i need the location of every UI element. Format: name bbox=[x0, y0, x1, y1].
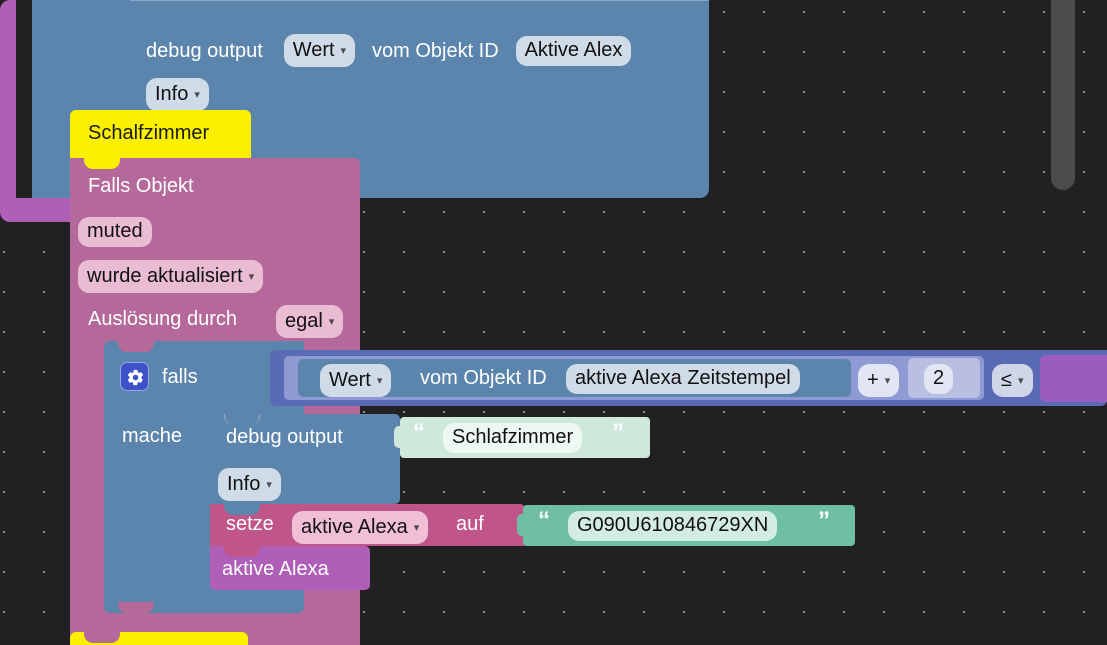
condition-math-operator-wrap[interactable]: + ▾ bbox=[858, 364, 900, 397]
trigger-source-label-wrap: Auslösung durch bbox=[88, 306, 237, 332]
set-text-field-wrap[interactable]: G090U610846729XN bbox=[568, 511, 778, 541]
chevron-down-icon: ▾ bbox=[884, 375, 891, 387]
condition-attr-field-wrap[interactable]: Wert ▾ bbox=[320, 364, 392, 397]
condition-number-field[interactable]: 2 bbox=[924, 364, 954, 394]
hat-block-label: Schalfzimmer bbox=[88, 122, 210, 144]
top-debug-level-value: Info bbox=[155, 82, 189, 105]
chevron-down-icon: ▾ bbox=[248, 271, 255, 283]
condition-math-operator-value: + bbox=[867, 368, 879, 391]
top-debug-objectid-field[interactable]: Aktive Alex bbox=[515, 35, 632, 66]
trigger-object-label-wrap: Falls Objekt bbox=[88, 173, 194, 199]
set-label: setze bbox=[226, 513, 274, 535]
top-debug-output-label: debug output bbox=[146, 39, 263, 62]
trigger-block-bottom[interactable] bbox=[70, 613, 360, 632]
top-debug-attr-value: Wert bbox=[292, 38, 335, 61]
chevron-down-icon: ▾ bbox=[194, 89, 200, 101]
chevron-down-icon: ▾ bbox=[340, 45, 347, 57]
set-quote-open-glyph: “ bbox=[538, 507, 550, 534]
debug-text-field[interactable]: Schlafzimmer bbox=[443, 423, 583, 453]
variable-block-label: aktive Alexa bbox=[222, 558, 329, 580]
condition-compare-operator-value: ≤ bbox=[1001, 368, 1012, 391]
debug-text-field-wrap[interactable]: Schlafzimmer bbox=[443, 423, 583, 453]
chevron-down-icon: ▾ bbox=[413, 522, 420, 534]
debug-output-label-wrap: debug output bbox=[226, 424, 343, 450]
control-do-label: mache bbox=[122, 425, 183, 447]
set-text-field[interactable]: G090U610846729XN bbox=[568, 511, 778, 541]
control-bottom-notch bbox=[118, 602, 154, 613]
top-debug-level-field[interactable]: Info ▾ bbox=[146, 78, 209, 111]
hat-connector-notch bbox=[84, 158, 120, 169]
blockly-workspace[interactable]: aktualisiere aktive Alexa Zeitstempel mi… bbox=[0, 0, 1107, 645]
top-debug-attr-field[interactable]: Wert ▾ bbox=[283, 34, 356, 67]
condition-from-label: vom Objekt ID bbox=[420, 367, 547, 389]
set-quote-close-glyph: ” bbox=[818, 507, 830, 534]
debug-level-field-wrap[interactable]: Info ▾ bbox=[218, 468, 281, 501]
debug-quote-close: ” bbox=[612, 419, 624, 446]
trigger-event-value: wurde aktualisiert bbox=[87, 264, 243, 287]
set-to-label-wrap: auf bbox=[456, 511, 484, 537]
set-variable-value: aktive Alexa bbox=[301, 515, 408, 538]
chevron-down-icon: ▾ bbox=[376, 375, 383, 387]
condition-math-operator-field[interactable]: + ▾ bbox=[858, 364, 900, 397]
debug-quote-close-glyph: ” bbox=[612, 419, 624, 446]
trigger-source-value: egal bbox=[285, 309, 323, 332]
control-if-label-wrap: falls bbox=[162, 364, 198, 390]
condition-attr-value: Wert bbox=[329, 368, 371, 391]
trigger-source-field-wrap[interactable]: egal ▾ bbox=[276, 305, 344, 338]
condition-objectid-field[interactable]: aktive Alexa Zeitstempel bbox=[566, 364, 800, 394]
debug-quote-open-glyph: “ bbox=[413, 419, 425, 446]
trigger-source-label: Auslösung durch bbox=[88, 308, 237, 330]
set-quote-open: “ bbox=[538, 507, 550, 534]
top-debug-level-row[interactable]: Info ▾ bbox=[146, 78, 209, 111]
gear-icon[interactable] bbox=[120, 362, 149, 391]
chevron-down-icon: ▾ bbox=[266, 479, 272, 491]
set-label-wrap: setze bbox=[226, 511, 274, 537]
chevron-down-icon: ▾ bbox=[1017, 375, 1024, 387]
set-variable-field-wrap[interactable]: aktive Alexa ▾ bbox=[292, 511, 429, 544]
condition-from-label-wrap: vom Objekt ID bbox=[420, 365, 547, 391]
debug-quote-open: “ bbox=[413, 419, 425, 446]
variable-block-label-wrap: aktive Alexa bbox=[222, 556, 329, 582]
top-debug-from-label: vom Objekt ID bbox=[371, 39, 499, 62]
top-debug-row[interactable]: debug output Wert ▾ vom Objekt ID Aktive… bbox=[146, 34, 632, 67]
trigger-event-field[interactable]: wurde aktualisiert ▾ bbox=[78, 260, 264, 293]
next-hat-block-notch bbox=[84, 632, 120, 643]
condition-number-field-wrap[interactable]: 2 bbox=[924, 364, 954, 394]
condition-compare-operator-field[interactable]: ≤ ▾ bbox=[992, 364, 1033, 397]
vertical-scrollbar[interactable] bbox=[1051, 0, 1075, 190]
set-quote-close: ” bbox=[818, 507, 830, 534]
hat-block-schalfzimmer[interactable]: Schalfzimmer bbox=[70, 110, 251, 158]
chevron-down-icon: ▾ bbox=[328, 316, 335, 328]
trigger-object-field-wrap[interactable]: muted bbox=[78, 217, 152, 247]
set-to-label: auf bbox=[456, 513, 484, 535]
debug-level-value: Info bbox=[227, 472, 261, 495]
trigger-event-field-wrap[interactable]: wurde aktualisiert ▾ bbox=[78, 260, 264, 293]
debug-level-field[interactable]: Info ▾ bbox=[218, 468, 281, 501]
set-variable-field[interactable]: aktive Alexa ▾ bbox=[292, 511, 429, 544]
condition-compare-operator-wrap[interactable]: ≤ ▾ bbox=[992, 364, 1033, 397]
condition-right-operand-block[interactable]: Ak bbox=[1040, 355, 1107, 402]
debug-output-label: debug output bbox=[226, 426, 343, 448]
control-do-label-wrap: mache bbox=[122, 423, 182, 449]
condition-objectid-field-wrap[interactable]: aktive Alexa Zeitstempel bbox=[566, 364, 800, 394]
control-if-label: falls bbox=[162, 366, 198, 388]
trigger-object-label: Falls Objekt bbox=[88, 175, 194, 197]
trigger-source-field[interactable]: egal ▾ bbox=[276, 305, 344, 338]
condition-attr-field[interactable]: Wert ▾ bbox=[320, 364, 392, 397]
trigger-object-field[interactable]: muted bbox=[78, 217, 152, 247]
control-top-notch bbox=[118, 341, 154, 352]
